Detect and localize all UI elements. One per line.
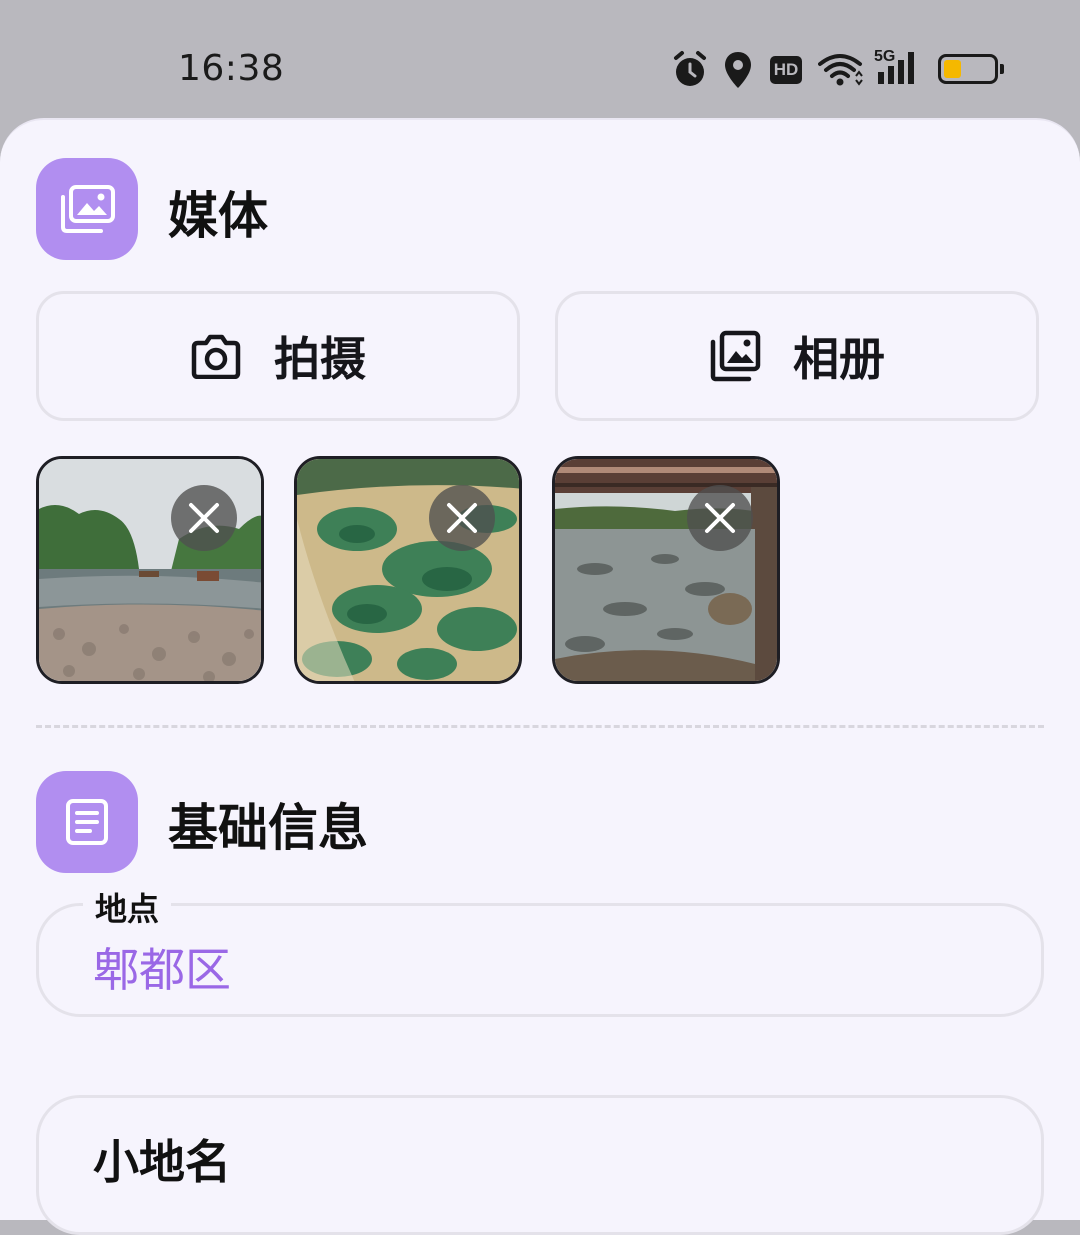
camera-button[interactable]: 拍摄 xyxy=(36,291,520,421)
close-icon xyxy=(189,503,219,533)
album-icon xyxy=(710,330,761,382)
remove-photo-button[interactable] xyxy=(687,485,753,551)
5g-signal-icon: 5G xyxy=(874,48,924,86)
close-icon xyxy=(447,503,477,533)
photo-green-algae xyxy=(297,459,519,681)
location-icon xyxy=(725,52,751,88)
photo-thumbnail[interactable] xyxy=(552,456,780,684)
alarm-icon xyxy=(674,51,706,86)
remove-photo-button[interactable] xyxy=(171,485,237,551)
camera-button-label: 拍摄 xyxy=(274,332,366,386)
photo-library-icon xyxy=(36,158,138,260)
location-field-value: 郫都区 xyxy=(93,943,231,997)
document-icon xyxy=(36,771,138,873)
section-divider xyxy=(36,725,1044,728)
photo-thumbnail[interactable] xyxy=(294,456,522,684)
media-section-title: 媒体 xyxy=(168,187,268,245)
album-button-label: 相册 xyxy=(793,332,885,386)
hd-label: HD xyxy=(773,60,799,79)
basic-info-section-title: 基础信息 xyxy=(168,799,368,857)
hd-icon: HD xyxy=(770,56,802,84)
camera-icon xyxy=(191,334,241,379)
photo-thumbnail[interactable] xyxy=(36,456,264,684)
location-field[interactable]: 地点 郫都区 xyxy=(36,884,1044,1017)
location-field-label: 地点 xyxy=(83,884,172,930)
status-bar: 16:38 HD 5G xyxy=(0,0,1080,118)
battery-icon xyxy=(938,54,1004,84)
place-name-field-label: 小地名 xyxy=(93,1135,231,1189)
photo-river-bridge xyxy=(555,459,777,681)
wifi-icon xyxy=(818,54,863,86)
place-name-field[interactable]: 小地名 xyxy=(36,1095,1044,1235)
status-time: 16:38 xyxy=(178,48,285,89)
album-button[interactable]: 相册 xyxy=(555,291,1039,421)
close-icon xyxy=(705,503,735,533)
photo-river-cobblestones xyxy=(39,459,261,681)
battery-level xyxy=(944,60,961,78)
remove-photo-button[interactable] xyxy=(429,485,495,551)
